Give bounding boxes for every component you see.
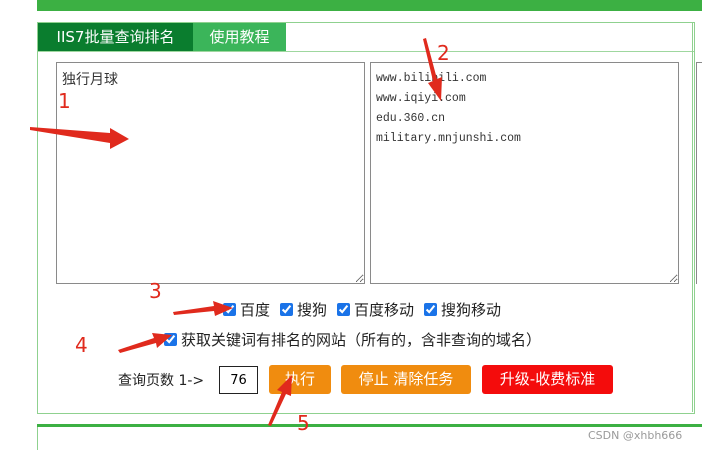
annotation-number-5: 5 <box>297 411 310 435</box>
arrow-3 <box>173 301 233 316</box>
annotation-number-2: 2 <box>437 41 450 65</box>
watermark: CSDN @xhbh666 <box>588 429 683 442</box>
annotation-number-4: 4 <box>75 333 88 357</box>
arrow-1 <box>30 127 129 149</box>
annotation-arrows <box>30 38 442 426</box>
arrow-4 <box>118 333 172 353</box>
annotation-number-1: 1 <box>58 89 71 113</box>
annotation-number-3: 3 <box>149 279 162 303</box>
arrow-5 <box>268 375 292 426</box>
